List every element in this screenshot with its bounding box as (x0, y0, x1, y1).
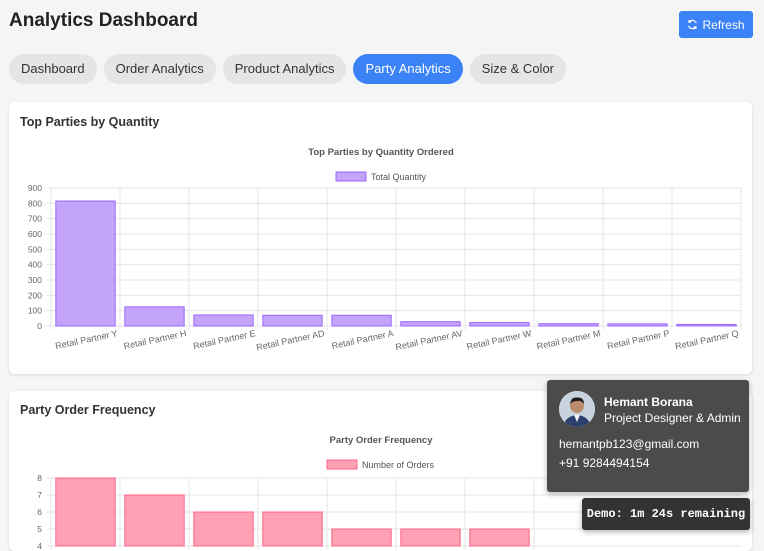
bar (331, 314, 392, 327)
bar (55, 200, 116, 327)
tab-bar: Dashboard Order Analytics Product Analyt… (9, 54, 566, 84)
demo-timer-badge: Demo: 1m 24s remaining (582, 498, 750, 530)
bar (607, 323, 668, 327)
x-tick-label: Retail Partner M (536, 328, 602, 351)
bar (262, 314, 323, 327)
tab-dashboard[interactable]: Dashboard (9, 54, 97, 84)
y-tick-label: 400 (28, 260, 42, 270)
tab-party-analytics[interactable]: Party Analytics (353, 54, 463, 84)
profile-popup: Hemant Borana Project Designer & Admin h… (547, 380, 749, 492)
y-tick-label: 800 (28, 198, 42, 208)
legend-label: Number of Orders (362, 460, 435, 470)
y-tick-label: 200 (28, 290, 42, 300)
profile-email[interactable]: hemantpb123@gmail.com (559, 437, 699, 451)
bar (331, 528, 392, 547)
legend-label: Total Quantity (371, 172, 427, 182)
bar (469, 528, 530, 547)
y-tick-label: 7 (37, 490, 42, 500)
x-tick-label: Retail Partner W (466, 328, 533, 352)
y-tick-label: 300 (28, 275, 42, 285)
profile-name: Hemant Borana (604, 395, 693, 409)
avatar (559, 391, 595, 427)
bar (193, 314, 254, 327)
profile-phone[interactable]: +91 9284494154 (559, 456, 649, 470)
refresh-button[interactable]: Refresh (679, 11, 753, 38)
tab-size-color[interactable]: Size & Color (469, 54, 566, 84)
chart-title: Party Order Frequency (330, 435, 434, 446)
legend-swatch (326, 459, 358, 470)
x-tick-label: Retail Partner E (192, 328, 256, 351)
top-parties-chart: Top Parties by Quantity Ordered Total Qua… (28, 147, 742, 352)
legend-swatch (335, 171, 367, 182)
y-tick-label: 500 (28, 244, 42, 254)
x-tick-label: Retail Partner P (606, 328, 670, 351)
tab-product-analytics[interactable]: Product Analytics (222, 54, 347, 84)
y-tick-label: 600 (28, 229, 42, 239)
bar (676, 323, 737, 327)
bar (400, 528, 461, 547)
y-tick-label: 700 (28, 214, 42, 224)
y-tick-label: 8 (37, 473, 42, 483)
x-tick-label: Retail Partner Y (54, 328, 118, 351)
top-parties-card: Top Parties by Quantity Top Parties by Q… (9, 102, 752, 374)
bar (469, 322, 530, 327)
page-title: Analytics Dashboard (9, 10, 198, 31)
profile-role: Project Designer & Admin (604, 411, 741, 425)
y-tick-label: 5 (37, 524, 42, 534)
refresh-label: Refresh (702, 17, 745, 32)
y-tick-label: 6 (37, 507, 42, 517)
y-tick-label: 900 (28, 183, 42, 193)
chart-title: Top Parties by Quantity Ordered (308, 147, 454, 158)
y-tick-label: 0 (37, 321, 42, 331)
bar (124, 306, 185, 327)
refresh-icon (688, 19, 698, 30)
bar (262, 511, 323, 547)
bar (538, 323, 599, 327)
x-tick-label: Retail Partner Q (674, 328, 739, 351)
x-tick-label: Retail Partner A (331, 328, 395, 351)
bar (124, 494, 185, 547)
bar (193, 511, 254, 547)
x-tick-label: Retail Partner H (123, 328, 188, 351)
tab-order-analytics[interactable]: Order Analytics (103, 54, 216, 84)
y-tick-label: 100 (28, 306, 42, 316)
bar (55, 477, 116, 547)
bar (400, 321, 461, 327)
x-tick-label: Retail Partner AD (255, 328, 326, 352)
x-tick-label: Retail Partner AV (394, 328, 463, 352)
